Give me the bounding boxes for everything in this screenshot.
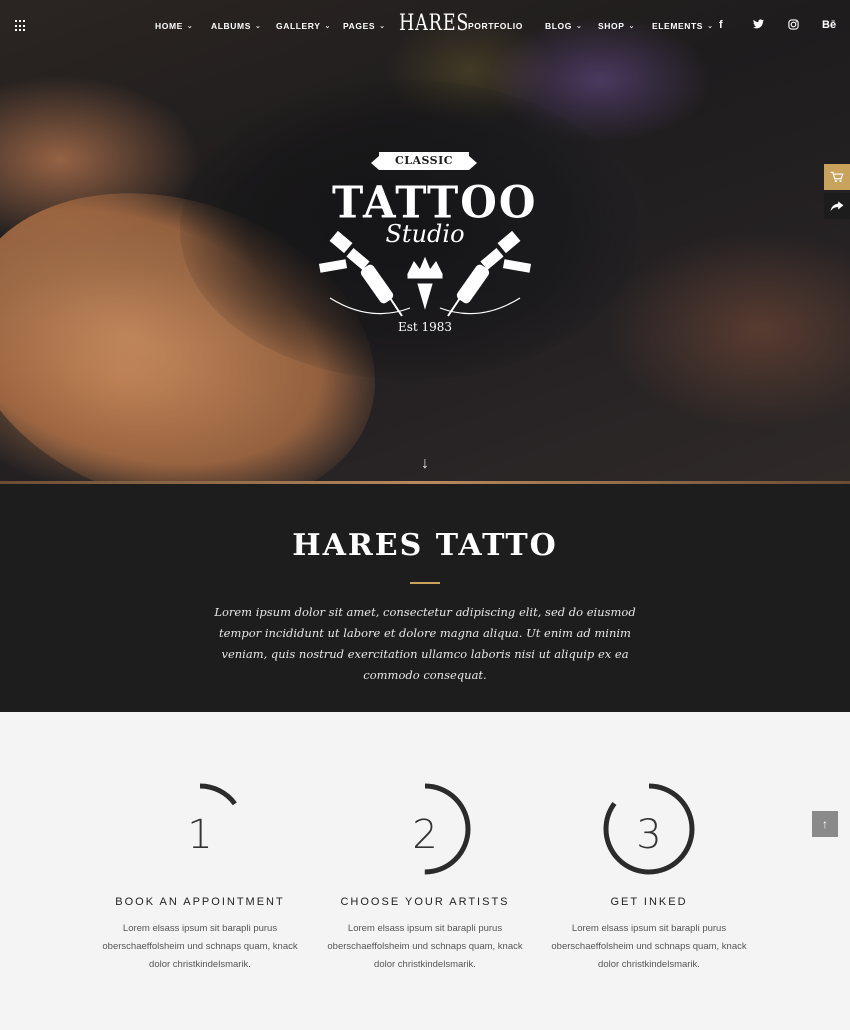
chevron-down-icon: ⌄ <box>379 23 386 30</box>
intro-divider <box>410 582 440 584</box>
share-icon[interactable] <box>824 193 850 219</box>
behance-icon[interactable]: Bē <box>822 19 836 31</box>
nav-item-label: ALBUMS <box>211 21 251 31</box>
nav-item-elements[interactable]: ELEMENTS ⌄ <box>652 21 714 31</box>
step-text: Lorem elsass ipsum sit barapli purus obe… <box>102 923 298 970</box>
scroll-down-icon[interactable]: ↓ <box>421 455 429 473</box>
instagram-icon[interactable] <box>788 19 799 33</box>
twitter-icon[interactable] <box>753 19 764 32</box>
tattoo-studio-logo: CLASSIC TATTOO Studio Est 1983 <box>310 148 540 343</box>
nav-item-albums[interactable]: ALBUMS ⌄ <box>211 21 261 31</box>
hero-section: CLASSIC TATTOO Studio Est 1983 ↓ <box>0 0 850 484</box>
step-title: BOOK AN APPOINTMENT <box>115 896 285 908</box>
chevron-down-icon: ⌄ <box>628 23 635 30</box>
nav-item-label: BLOG <box>545 21 572 31</box>
back-to-top-button[interactable]: ↑ <box>812 811 838 837</box>
nav-item-label: HOME <box>155 21 183 31</box>
facebook-icon[interactable]: f <box>719 19 723 31</box>
nav-item-label: ELEMENTS <box>652 21 704 31</box>
cart-icon[interactable] <box>824 164 850 190</box>
step-title: CHOOSE YOUR ARTISTS <box>340 896 510 908</box>
logo-ribbon: CLASSIC <box>371 152 477 170</box>
chevron-down-icon: ⌄ <box>324 23 331 30</box>
step-number: 2 <box>412 812 438 858</box>
step-title: GET INKED <box>610 896 688 908</box>
nav-item-label: PORTFOLIO <box>468 21 523 31</box>
step-text: Lorem elsass ipsum sit barapli purus obe… <box>551 923 747 970</box>
tattoo-machines-icon <box>318 230 532 317</box>
nav-item-pages[interactable]: PAGES ⌄ <box>343 21 386 31</box>
nav-item-shop[interactable]: SHOP ⌄ <box>598 21 635 31</box>
grid-menu-icon[interactable] <box>15 20 27 32</box>
logo-established: Est 1983 <box>397 320 453 334</box>
step-text: Lorem elsass ipsum sit barapli purus obe… <box>327 923 523 970</box>
nav-item-portfolio[interactable]: PORTFOLIO <box>468 21 523 31</box>
brand-logo[interactable]: HARES <box>399 11 469 36</box>
nav-item-blog[interactable]: BLOG ⌄ <box>545 21 582 31</box>
step-number: 1 <box>187 812 213 858</box>
intro-text: Lorem ipsum dolor sit amet, consectetur … <box>214 605 636 682</box>
nav-item-home[interactable]: HOME ⌄ <box>155 21 193 31</box>
nav-item-gallery[interactable]: GALLERY ⌄ <box>276 21 331 31</box>
intro-section: HARES TATTO Lorem ipsum dolor sit amet, … <box>0 484 850 712</box>
nav-item-label: GALLERY <box>276 21 321 31</box>
top-navigation: HOME ⌄ ALBUMS ⌄ GALLERY ⌄ PAGES ⌄ HARES PORT… <box>0 0 850 54</box>
chevron-down-icon: ⌄ <box>707 23 714 30</box>
intro-title: HARES TATTO <box>292 528 558 563</box>
nav-item-label: PAGES <box>343 21 376 31</box>
steps-section: 1 BOOK AN APPOINTMENT Lorem elsass ipsum… <box>0 712 850 1030</box>
chevron-down-icon: ⌄ <box>575 23 583 30</box>
chevron-down-icon: ⌄ <box>186 23 194 30</box>
nav-item-label: SHOP <box>598 21 625 31</box>
chevron-down-icon: ⌄ <box>254 23 262 30</box>
step-number: 3 <box>636 812 662 858</box>
